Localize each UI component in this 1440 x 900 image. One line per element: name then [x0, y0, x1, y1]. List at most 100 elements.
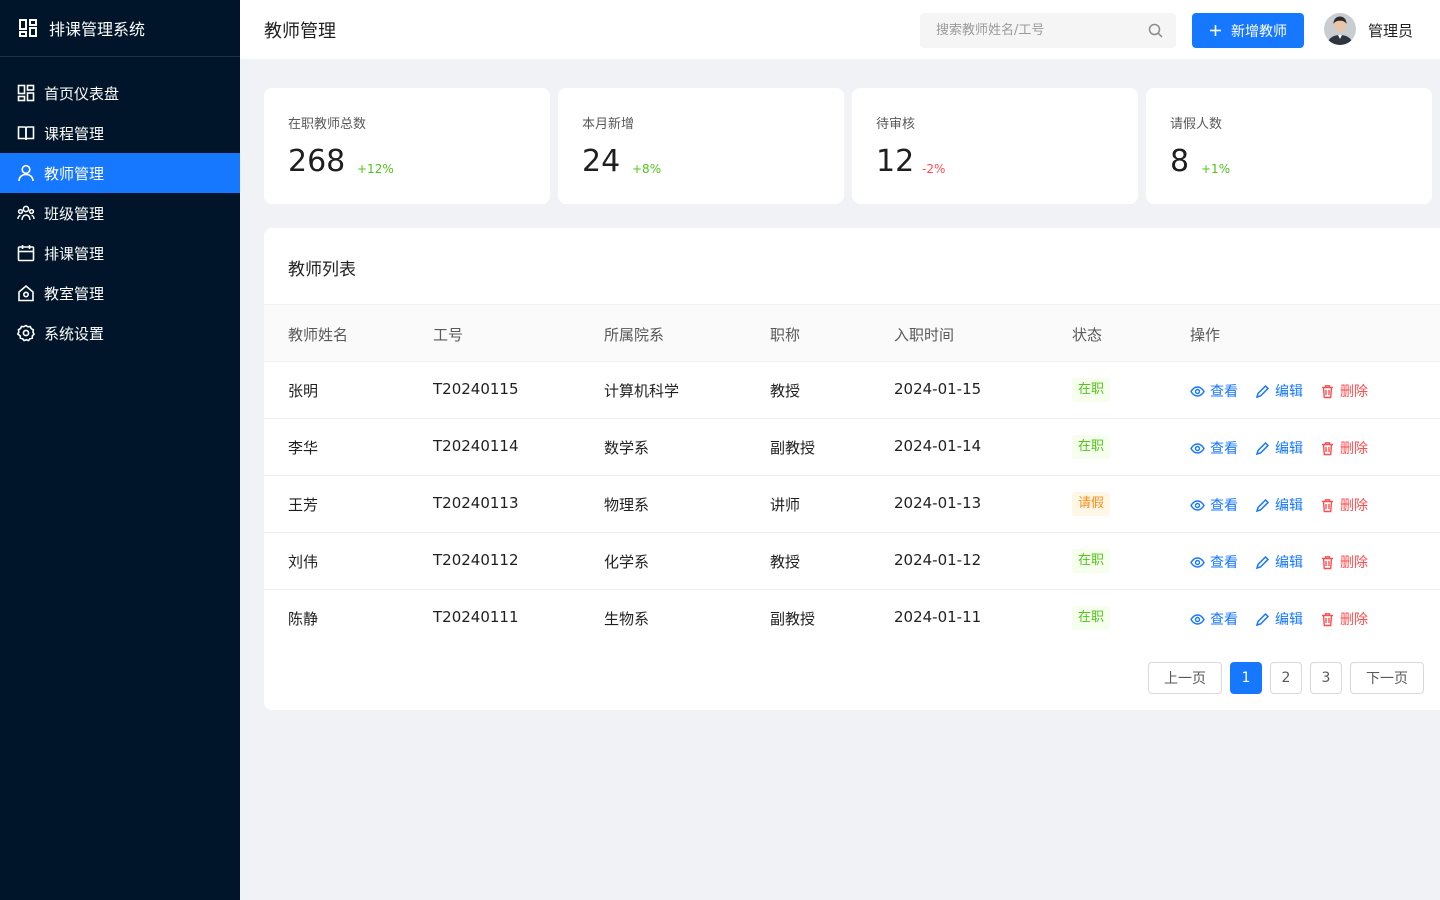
- view-button[interactable]: 查看: [1190, 495, 1238, 515]
- stat-value: 12: [876, 144, 915, 179]
- pencil-icon: [1255, 384, 1270, 399]
- search-box: [920, 13, 1176, 48]
- edit-button[interactable]: 编辑: [1255, 381, 1303, 401]
- table-row: 李华 T20240114 数学系 副教授 2024-01-14 在职 查看 编辑…: [264, 419, 1440, 476]
- view-button[interactable]: 查看: [1190, 609, 1238, 629]
- page-button[interactable]: 2: [1270, 662, 1302, 694]
- status-badge: 在职: [1072, 378, 1111, 402]
- edit-button[interactable]: 编辑: [1255, 552, 1303, 572]
- prev-page-button[interactable]: 上一页: [1148, 662, 1222, 694]
- pencil-icon: [1255, 612, 1270, 627]
- trash-icon: [1320, 612, 1335, 627]
- delete-label: 删除: [1340, 441, 1368, 457]
- add-teacher-button[interactable]: 新增教师: [1192, 13, 1304, 48]
- delete-button[interactable]: 删除: [1320, 438, 1368, 458]
- pencil-icon: [1255, 555, 1270, 570]
- stat-value: 24: [582, 144, 621, 179]
- stat-card-pending-review: 待审核 12 -2%: [852, 88, 1138, 204]
- cell-date: 2024-01-12: [894, 551, 982, 569]
- stat-label: 请假人数: [1170, 117, 1223, 132]
- cell-name: 王芳: [288, 496, 319, 514]
- search-input[interactable]: [920, 13, 1176, 48]
- cell-dept: 化学系: [604, 553, 650, 571]
- cell-rank: 教授: [770, 382, 801, 400]
- stat-label: 本月新增: [582, 117, 635, 132]
- delete-label: 删除: [1340, 384, 1368, 400]
- edit-button[interactable]: 编辑: [1255, 438, 1303, 458]
- view-button[interactable]: 查看: [1190, 438, 1238, 458]
- stat-card-on-leave: 请假人数 8 +1%: [1146, 88, 1432, 204]
- plus-icon: [1209, 24, 1222, 37]
- column-header: 职称: [770, 326, 801, 344]
- cell-date: 2024-01-14: [894, 437, 982, 455]
- sidebar-item-teachers[interactable]: 教师管理: [0, 153, 240, 193]
- sidebar-item-courses[interactable]: 课程管理: [0, 113, 240, 153]
- edit-button[interactable]: 编辑: [1255, 495, 1303, 515]
- sidebar: 排课管理系统 首页仪表盘 课程管理 教师管理 班级管理 排课管理 教室管理 系统…: [0, 0, 240, 900]
- edit-label: 编辑: [1275, 384, 1303, 400]
- cell-dept: 生物系: [604, 610, 650, 628]
- page-button[interactable]: 3: [1310, 662, 1342, 694]
- sidebar-item-label: 教师管理: [44, 164, 105, 183]
- delete-label: 删除: [1340, 612, 1368, 628]
- gear-icon: [17, 324, 35, 342]
- column-header: 工号: [433, 326, 464, 344]
- cell-date: 2024-01-11: [894, 608, 982, 626]
- view-button[interactable]: 查看: [1190, 381, 1238, 401]
- user-name[interactable]: 管理员: [1368, 20, 1413, 41]
- table-title: 教师列表: [288, 260, 356, 280]
- delete-button[interactable]: 删除: [1320, 609, 1368, 629]
- cell-name: 张明: [288, 382, 319, 400]
- delete-label: 删除: [1340, 555, 1368, 571]
- table-row: 张明 T20240115 计算机科学 教授 2024-01-15 在职 查看 编…: [264, 362, 1440, 419]
- cell-id: T20240114: [433, 437, 519, 455]
- cell-date: 2024-01-13: [894, 494, 982, 512]
- sidebar-item-scheduling[interactable]: 排课管理: [0, 233, 240, 273]
- status-badge: 在职: [1072, 549, 1111, 573]
- sidebar-item-label: 课程管理: [44, 124, 105, 143]
- status-badge: 在职: [1072, 435, 1111, 459]
- cell-name: 李华: [288, 439, 319, 457]
- add-teacher-label: 新增教师: [1231, 23, 1287, 40]
- cell-id: T20240115: [433, 380, 519, 398]
- eye-icon: [1190, 441, 1205, 456]
- eye-icon: [1190, 555, 1205, 570]
- app-title: 排课管理系统: [49, 20, 146, 39]
- table-row: 陈静 T20240111 生物系 副教授 2024-01-11 在职 查看 编辑…: [264, 590, 1440, 647]
- sidebar-item-dashboard[interactable]: 首页仪表盘: [0, 73, 240, 113]
- edit-label: 编辑: [1275, 555, 1303, 571]
- table-row: 刘伟 T20240112 化学系 教授 2024-01-12 在职 查看 编辑 …: [264, 533, 1440, 590]
- sidebar-item-classes[interactable]: 班级管理: [0, 193, 240, 233]
- view-label: 查看: [1210, 612, 1238, 628]
- sidebar-item-label: 首页仪表盘: [44, 84, 120, 103]
- search-icon[interactable]: [1148, 23, 1163, 38]
- trash-icon: [1320, 441, 1335, 456]
- cell-id: T20240111: [433, 608, 519, 626]
- delete-button[interactable]: 删除: [1320, 495, 1368, 515]
- sidebar-item-label: 系统设置: [44, 324, 105, 343]
- stat-value: 8: [1170, 144, 1190, 179]
- table-header: 教师姓名 工号 所属院系 职称 入职时间 状态 操作: [264, 304, 1440, 362]
- stat-change: -2%: [922, 162, 946, 176]
- dashboard-icon: [17, 84, 35, 102]
- page-button[interactable]: 1: [1230, 662, 1262, 694]
- delete-button[interactable]: 删除: [1320, 381, 1368, 401]
- delete-button[interactable]: 删除: [1320, 552, 1368, 572]
- home-icon: [17, 284, 35, 302]
- next-page-button[interactable]: 下一页: [1350, 662, 1424, 694]
- cell-name: 刘伟: [288, 553, 319, 571]
- sidebar-item-classrooms[interactable]: 教室管理: [0, 273, 240, 313]
- avatar[interactable]: [1324, 13, 1356, 45]
- stat-label: 待审核: [876, 117, 916, 132]
- cell-dept: 数学系: [604, 439, 650, 457]
- edit-button[interactable]: 编辑: [1255, 609, 1303, 629]
- delete-label: 删除: [1340, 498, 1368, 514]
- eye-icon: [1190, 384, 1205, 399]
- sidebar-item-settings[interactable]: 系统设置: [0, 313, 240, 353]
- view-label: 查看: [1210, 441, 1238, 457]
- column-header: 所属院系: [604, 326, 665, 344]
- sidebar-item-label: 班级管理: [44, 204, 105, 223]
- stat-card-new-this-month: 本月新增 24 +8%: [558, 88, 844, 204]
- view-button[interactable]: 查看: [1190, 552, 1238, 572]
- cell-rank: 讲师: [770, 496, 801, 514]
